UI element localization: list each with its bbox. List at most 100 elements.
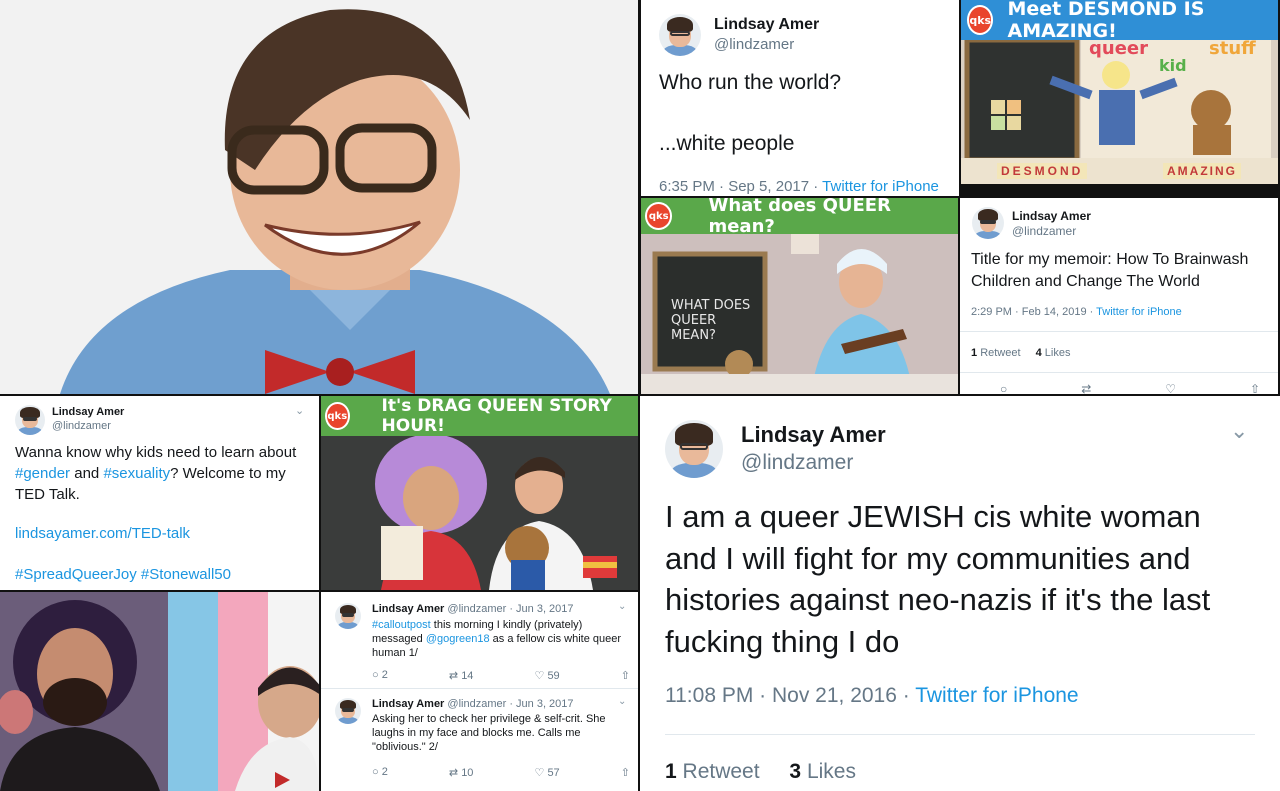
divider	[960, 331, 1278, 332]
portrait-illustration	[0, 0, 638, 394]
reply-icon[interactable]: ○	[1000, 382, 1007, 394]
tweet-stats: 1 Retweet 4 Likes	[971, 347, 1070, 359]
tweet-memoir[interactable]: Lindsay Amer @lindzamer Title for my mem…	[960, 198, 1278, 394]
user-avatar[interactable]	[665, 420, 723, 478]
tweet-author-handle[interactable]: @lindzamer	[52, 420, 111, 432]
video-thumbnail-drag-queen-story-hour[interactable]: qks It's DRAG QUEEN STORY HOUR!	[321, 396, 638, 590]
user-avatar[interactable]	[335, 603, 361, 629]
tweet-handle-date[interactable]: @lindzamer · Jun 3, 2017	[447, 603, 573, 615]
retweet-button[interactable]: ⇄ 10	[449, 766, 474, 779]
tweet-ted-talk[interactable]: Lindsay Amer @lindzamer ⌄ Wanna know why…	[0, 396, 319, 590]
tweet-timestamp-row: 6:35 PM · Sep 5, 2017 · Twitter for iPho…	[659, 178, 939, 195]
tweet-who-run-the-world[interactable]: Lindsay Amer @lindzamer Who run the worl…	[641, 0, 959, 196]
kid-word: kid	[1159, 56, 1187, 75]
tweet-source-link[interactable]: Twitter for iPhone	[822, 178, 939, 195]
tweet-text: Title for my memoir: How To Brainwash Ch…	[971, 251, 1249, 290]
thumbnail-banner: qks Meet DESMOND IS AMAZING!	[961, 0, 1278, 42]
tweet-text: #calloutpost this morning I kindly (priv…	[372, 619, 622, 659]
video-thumbnail-desmond[interactable]: qks Meet DESMOND IS AMAZING! queer kid s…	[961, 0, 1278, 184]
tweet-action-bar: ○ 2 ⇄ 14 ♡ 59 ⇧	[372, 669, 630, 682]
tweet-handle-date[interactable]: @lindzamer · Jun 3, 2017	[447, 698, 573, 710]
tweet-author-name[interactable]: Lindsay Amer	[52, 406, 124, 418]
tweet-author-handle[interactable]: @lindzamer	[714, 36, 794, 53]
ted-talk-link[interactable]: lindsayamer.com/TED-talk	[15, 525, 190, 542]
tweet-text-line-1: Who run the world?	[659, 71, 842, 94]
chevron-down-icon[interactable]: ⌄	[618, 601, 626, 612]
qks-logo: qks	[967, 5, 994, 35]
tweet-action-bar: ○ ⇄ ♡ ⇧	[1000, 382, 1260, 394]
user-avatar[interactable]	[659, 14, 701, 56]
share-icon[interactable]: ⇧	[621, 766, 630, 779]
tweet-callout-1[interactable]: Lindsay Amer @lindzamer · Jun 3, 2017 ⌄ …	[321, 592, 638, 687]
tweet-action-bar: ○ 2 ⇄ 10 ♡ 57 ⇧	[372, 766, 630, 779]
name-blocks-amazing: AMAZING	[1163, 163, 1241, 179]
tweet-author-handle[interactable]: @lindzamer	[1012, 224, 1076, 238]
tweet-text: Wanna know why kids need to learn about …	[15, 444, 297, 503]
tweet-text-line-2: ...white people	[659, 132, 795, 155]
tweet-text: I am a queer JEWISH cis white woman and …	[665, 499, 1211, 659]
tweet-stats: 1 Retweet 3 Likes	[665, 760, 856, 784]
thumbnail-banner: qks It's DRAG QUEEN STORY HOUR!	[321, 396, 638, 436]
tweet-author-name[interactable]: Lindsay Amer	[741, 422, 886, 448]
mention-gogreen18[interactable]: @gogreen18	[426, 633, 490, 645]
hashtag-gender[interactable]: #gender	[15, 465, 70, 482]
portrait-photo	[0, 0, 638, 394]
video-thumbnail-what-does-queer-mean[interactable]: qks What does QUEER mean? WHAT DOES QUEE…	[641, 198, 958, 394]
thumbnail-title: What does QUEER mean?	[708, 198, 891, 237]
user-avatar[interactable]	[972, 207, 1004, 239]
reply-button[interactable]: ○ 2	[372, 669, 388, 682]
hashtag-sexuality[interactable]: #sexuality	[103, 465, 170, 482]
divider	[960, 372, 1278, 373]
like-icon[interactable]: ♡	[1165, 382, 1176, 394]
drag-queen-photo-illustration	[0, 592, 319, 791]
tweet-author-name[interactable]: Lindsay Amer	[1012, 209, 1091, 223]
tweet-author-name[interactable]: Lindsay Amer	[372, 603, 444, 615]
drag-queen-scene	[321, 436, 638, 590]
tweet-header: Lindsay Amer @lindzamer · Jun 3, 2017	[372, 603, 574, 615]
share-icon[interactable]: ⇧	[621, 669, 630, 682]
share-icon[interactable]: ⇧	[1250, 382, 1260, 394]
like-button[interactable]: ♡ 59	[535, 669, 560, 682]
queer-word: queer	[1089, 38, 1148, 59]
tweet-queer-jewish[interactable]: Lindsay Amer @lindzamer ⌄ I am a queer J…	[640, 396, 1280, 791]
chevron-down-icon[interactable]: ⌄	[618, 696, 626, 707]
thumbnail-title: Meet DESMOND IS AMAZING!	[1007, 0, 1205, 42]
hashtag-calloutpost[interactable]: #calloutpost	[372, 619, 431, 631]
tweet-author-name[interactable]: Lindsay Amer	[372, 698, 444, 710]
tweet-timestamp-row: 2:29 PM · Feb 14, 2019 · Twitter for iPh…	[971, 306, 1182, 318]
hashtags-line[interactable]: #SpreadQueerJoy #Stonewall50	[15, 566, 231, 583]
name-blocks-desmond: DESMOND	[997, 163, 1088, 179]
drag-queen-photo	[0, 592, 319, 791]
tweet-callout-2[interactable]: Lindsay Amer @lindzamer · Jun 3, 2017 ⌄ …	[321, 689, 638, 791]
tweet-author-handle[interactable]: @lindzamer	[741, 451, 853, 475]
divider	[665, 734, 1255, 735]
chevron-down-icon[interactable]: ⌄	[295, 404, 304, 417]
stuff-word: stuff	[1209, 38, 1256, 59]
thumbnail-banner: qks What does QUEER mean?	[641, 198, 958, 237]
tweet-timestamp-row: 11:08 PM · Nov 21, 2016 · Twitter for iP…	[665, 684, 1079, 708]
chalkboard-text: WHAT DOES QUEER MEAN?	[671, 298, 751, 343]
tweet-timestamp[interactable]: 6:35 PM · Sep 5, 2017 ·	[659, 178, 822, 195]
tweet-timestamp[interactable]: 11:08 PM · Nov 21, 2016 ·	[665, 684, 915, 707]
reply-button[interactable]: ○ 2	[372, 766, 388, 779]
tweet-source-link[interactable]: Twitter for iPhone	[915, 684, 1078, 707]
tweet-author-name[interactable]: Lindsay Amer	[714, 16, 819, 34]
retweet-count[interactable]: 1 Retweet	[665, 760, 760, 783]
tweet-thread-callout[interactable]: Lindsay Amer @lindzamer · Jun 3, 2017 ⌄ …	[321, 592, 638, 791]
tweet-header: Lindsay Amer @lindzamer · Jun 3, 2017	[372, 698, 574, 710]
like-button[interactable]: ♡ 57	[535, 766, 560, 779]
qks-logo: qks	[325, 402, 350, 430]
retweet-count[interactable]: 1 Retweet	[971, 347, 1021, 359]
retweet-button[interactable]: ⇄ 14	[449, 669, 474, 682]
like-count[interactable]: 4 Likes	[1036, 347, 1071, 359]
qks-logo: qks	[645, 202, 673, 230]
tweet-text: Asking her to check her privilege & self…	[372, 713, 606, 753]
thumbnail-title: It's DRAG QUEEN STORY HOUR!	[381, 396, 612, 436]
user-avatar[interactable]	[335, 698, 361, 724]
tweet-source-link[interactable]: Twitter for iPhone	[1096, 306, 1182, 318]
tweet-timestamp[interactable]: 2:29 PM · Feb 14, 2019 ·	[971, 306, 1096, 318]
chevron-down-icon[interactable]: ⌄	[1230, 418, 1248, 444]
retweet-icon[interactable]: ⇄	[1081, 382, 1091, 394]
like-count[interactable]: 3 Likes	[789, 760, 856, 783]
user-avatar[interactable]	[15, 405, 45, 435]
